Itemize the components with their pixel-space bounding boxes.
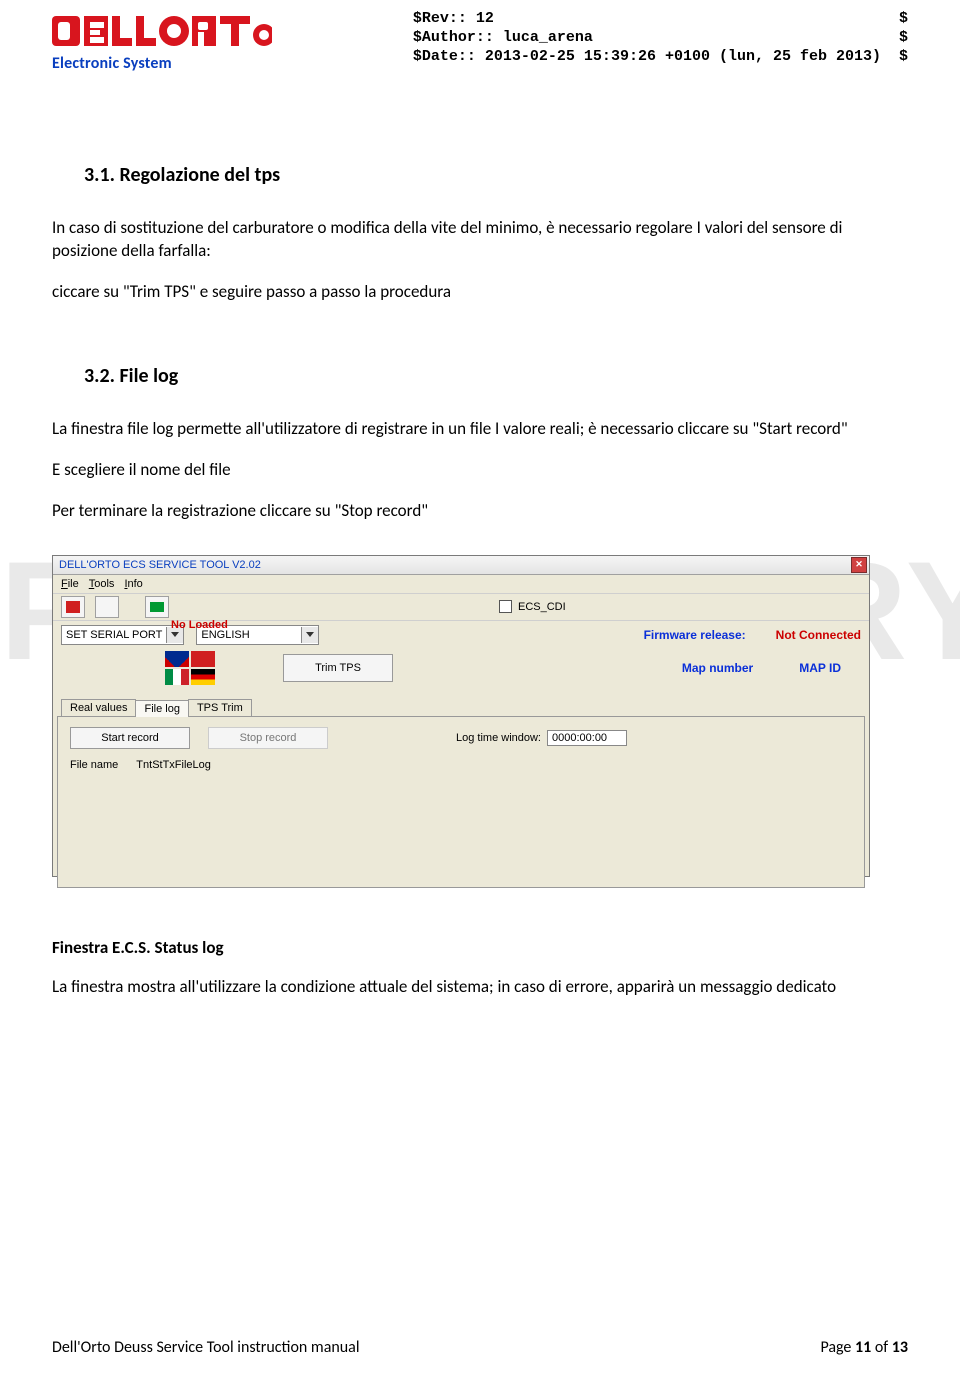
section-3-2-p3: Per terminare la registrazione cliccare … bbox=[52, 500, 908, 523]
start-record-button[interactable]: Start record bbox=[70, 727, 190, 749]
brand-logo: Electronic System bbox=[52, 8, 272, 73]
file-log-panel: Start record Stop record Log time window… bbox=[57, 716, 865, 888]
language-flags bbox=[165, 651, 215, 685]
tab-tps-trim[interactable]: TPS Trim bbox=[188, 699, 252, 716]
firmware-release-value: Not Connected bbox=[776, 628, 861, 642]
section-3-1-heading: 3.1. Regolazione del tps bbox=[84, 163, 908, 187]
menubar: File Tools Info bbox=[53, 575, 869, 594]
flag-uk-icon[interactable] bbox=[165, 651, 189, 667]
footer-title: Dell'Orto Deuss Service Tool instruction… bbox=[52, 1338, 360, 1357]
section-3-1-p1: In caso di sostituzione del carburatore … bbox=[52, 217, 908, 263]
phone-icon[interactable] bbox=[61, 596, 85, 618]
no-loaded-label: No Loaded bbox=[171, 619, 228, 631]
map-id-label: MAP ID bbox=[799, 661, 841, 675]
log-time-label: Log time window: bbox=[456, 732, 541, 744]
footer-page: Page 11 of 13 bbox=[820, 1338, 908, 1357]
ecs-cdi-label: ECS_CDI bbox=[518, 601, 566, 613]
file-name-label: File name bbox=[70, 759, 118, 771]
tabs: Real values File log TPS Trim bbox=[53, 699, 869, 716]
tab-real-values[interactable]: Real values bbox=[61, 699, 136, 716]
section-3-3-p1: La finestra mostra all'utilizzare la con… bbox=[52, 976, 908, 999]
file-name-value: TntStTxFileLog bbox=[136, 759, 211, 771]
toolbar: ECS_CDI bbox=[53, 594, 869, 621]
flag-cn-icon[interactable] bbox=[191, 651, 215, 667]
menu-info[interactable]: Info bbox=[120, 578, 146, 590]
figure-caption: Finestra E.C.S. Status log bbox=[52, 937, 908, 958]
window-title: DELL'ORTO ECS SERVICE TOOL V2.02 bbox=[55, 559, 261, 571]
stop-record-button[interactable]: Stop record bbox=[208, 727, 328, 749]
dellorto-logo-icon bbox=[52, 12, 272, 52]
firmware-release-label: Firmware release: bbox=[644, 628, 746, 642]
section-3-2-p1: La finestra file log permette all'utiliz… bbox=[52, 418, 908, 441]
log-time-field[interactable]: 0000:00:00 bbox=[547, 730, 627, 746]
menu-tools[interactable]: Tools bbox=[85, 578, 119, 590]
flag-icon[interactable] bbox=[145, 596, 169, 618]
section-3-2-heading: 3.2. File log bbox=[84, 364, 908, 388]
map-number-label: Map number bbox=[682, 661, 753, 675]
menu-file[interactable]: File bbox=[57, 578, 83, 590]
section-3-2-p2: E scegliere il nome del file bbox=[52, 459, 908, 482]
section-3-1-p2: ciccare su "Trim TPS" e seguire passo a … bbox=[52, 281, 908, 304]
tool-icon-2[interactable] bbox=[95, 596, 119, 618]
checkbox-icon bbox=[499, 600, 512, 613]
serial-port-value: SET SERIAL PORT bbox=[62, 629, 166, 641]
titlebar: DELL'ORTO ECS SERVICE TOOL V2.02 ✕ bbox=[53, 556, 869, 575]
chevron-down-icon bbox=[301, 627, 318, 643]
serial-port-dropdown[interactable]: SET SERIAL PORT bbox=[61, 625, 184, 645]
flag-it-icon[interactable] bbox=[165, 669, 189, 685]
brand-subtitle: Electronic System bbox=[52, 54, 272, 73]
close-icon[interactable]: ✕ bbox=[851, 557, 867, 573]
page-footer: Dell'Orto Deuss Service Tool instruction… bbox=[52, 1338, 908, 1357]
app-window: DELL'ORTO ECS SERVICE TOOL V2.02 ✕ File … bbox=[52, 555, 870, 877]
flag-de-icon[interactable] bbox=[191, 669, 215, 685]
ecs-cdi-checkbox[interactable]: ECS_CDI bbox=[499, 600, 566, 613]
file-metadata: $Rev:: 12 $ $Author:: luca_arena $ $Date… bbox=[413, 8, 908, 66]
tab-file-log[interactable]: File log bbox=[135, 700, 188, 717]
trim-tps-button[interactable]: Trim TPS bbox=[283, 654, 393, 682]
